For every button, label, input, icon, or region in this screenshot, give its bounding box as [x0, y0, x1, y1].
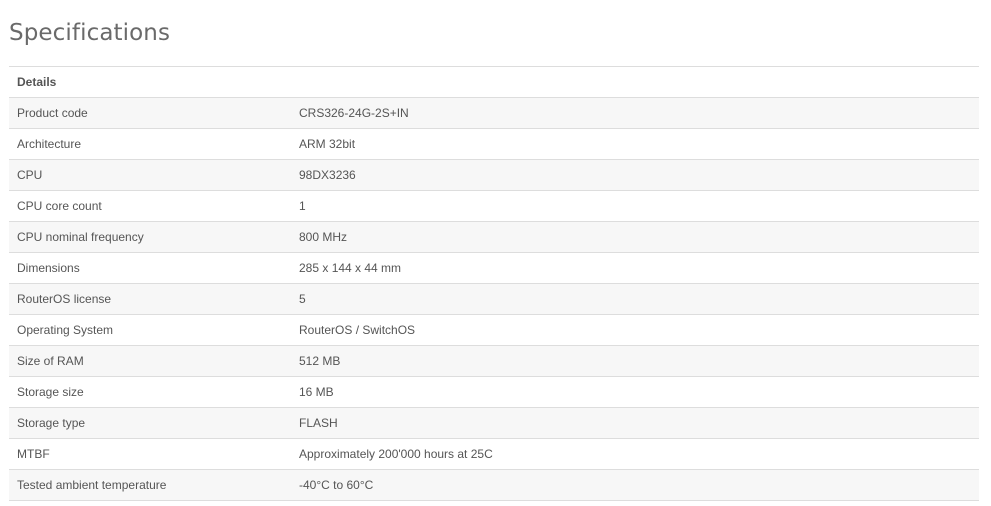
spec-value: RouterOS / SwitchOS	[291, 314, 979, 346]
spec-name: Architecture	[9, 128, 291, 160]
spec-value: -40°C to 60°C	[291, 469, 979, 501]
spec-name: Operating System	[9, 314, 291, 346]
spec-value: 800 MHz	[291, 221, 979, 253]
spec-name: MTBF	[9, 438, 291, 470]
spec-name: CPU nominal frequency	[9, 221, 291, 253]
table-body: Product code CRS326-24G-2S+IN Architecture…	[9, 97, 979, 501]
spec-name: Storage size	[9, 376, 291, 408]
table-row: Storage type FLASH	[9, 407, 979, 439]
table-row: Storage size 16 MB	[9, 376, 979, 408]
spec-name: Tested ambient temperature	[9, 469, 291, 501]
spec-value: CRS326-24G-2S+IN	[291, 97, 979, 129]
spec-value: 5	[291, 283, 979, 315]
spec-value: Approximately 200'000 hours at 25C	[291, 438, 979, 470]
table-row: Tested ambient temperature -40°C to 60°C	[9, 469, 979, 501]
spec-name: Product code	[9, 97, 291, 129]
spec-name: RouterOS license	[9, 283, 291, 315]
spec-value: 16 MB	[291, 376, 979, 408]
spec-value: FLASH	[291, 407, 979, 439]
spec-value: 512 MB	[291, 345, 979, 377]
spec-name: CPU core count	[9, 190, 291, 222]
specifications-page: Specifications Details Product code CRS32…	[0, 0, 991, 506]
table-row: Operating System RouterOS / SwitchOS	[9, 314, 979, 346]
table-header-row: Details	[9, 66, 979, 98]
spec-name: Dimensions	[9, 252, 291, 284]
page-title: Specifications	[9, 20, 171, 46]
table-row: CPU core count 1	[9, 190, 979, 222]
spec-value: 285 x 144 x 44 mm	[291, 252, 979, 284]
spec-name: Storage type	[9, 407, 291, 439]
spec-name: Size of RAM	[9, 345, 291, 377]
table-row: RouterOS license 5	[9, 283, 979, 315]
table-row: CPU nominal frequency 800 MHz	[9, 221, 979, 253]
table-row: CPU 98DX3236	[9, 159, 979, 191]
table-row: Dimensions 285 x 144 x 44 mm	[9, 252, 979, 284]
spec-name: CPU	[9, 159, 291, 191]
table-row: MTBF Approximately 200'000 hours at 25C	[9, 438, 979, 470]
specifications-table: Details Product code CRS326-24G-2S+IN Arch…	[9, 66, 979, 501]
spec-value: 98DX3236	[291, 159, 979, 191]
spec-value: ARM 32bit	[291, 128, 979, 160]
table-row: Architecture ARM 32bit	[9, 128, 979, 160]
table-row: Product code CRS326-24G-2S+IN	[9, 97, 979, 129]
spec-value: 1	[291, 190, 979, 222]
table-row: Size of RAM 512 MB	[9, 345, 979, 377]
table-header-details: Details	[9, 66, 979, 98]
